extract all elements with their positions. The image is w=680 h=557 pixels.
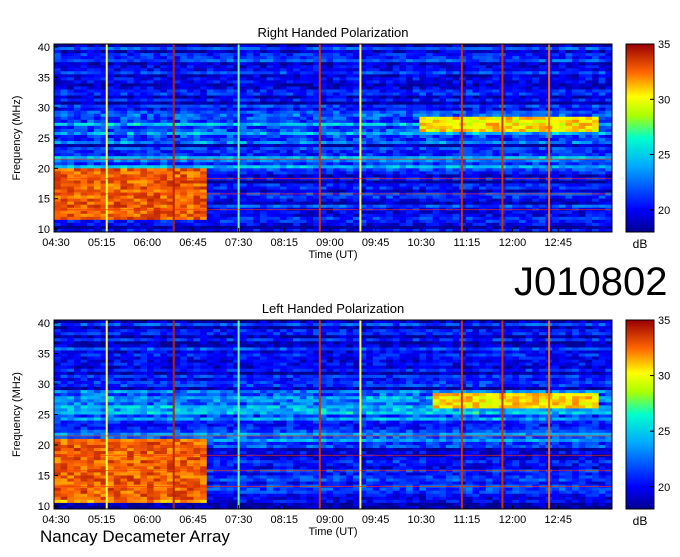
heatmap-cells	[54, 44, 612, 232]
colorbar	[626, 44, 654, 232]
y-tick-label: 40	[38, 318, 50, 330]
y-tick-label: 20	[38, 163, 50, 175]
instrument-name: Nancay Decameter Array	[40, 528, 230, 545]
x-tick-label: 12:00	[499, 237, 527, 249]
colorbar	[626, 320, 654, 509]
x-tick-label: 06:00	[134, 237, 162, 249]
x-axis-label: Time (UT)	[308, 249, 357, 261]
x-tick-label: 12:45	[544, 237, 572, 249]
heatmap-cells	[54, 320, 612, 509]
x-tick-label: 06:00	[134, 514, 162, 526]
colorbar-tick-label: 35	[658, 39, 670, 51]
x-tick-label: 06:45	[179, 237, 207, 249]
colorbar-tick-label: 25	[658, 426, 670, 438]
panel-left-pol: Left Handed Polarization 10 15 20 25 30 35 40 Fr…	[11, 301, 670, 538]
y-tick-label: 35	[38, 72, 50, 84]
x-tick-label: 09:45	[362, 237, 390, 249]
x-tick-label: 09:45	[362, 514, 390, 526]
colorbar-tick-label: 30	[658, 94, 670, 106]
y-tick-label: 10	[38, 501, 50, 513]
colorbar-tick-label: 25	[658, 150, 670, 162]
x-tick-label: 09:00	[316, 514, 344, 526]
y-tick-label: 30	[38, 379, 50, 391]
y-tick-label: 40	[38, 42, 50, 54]
colorbar-tick-label: 30	[658, 371, 670, 383]
colorbar-tick-label: 35	[658, 315, 670, 327]
colorbar-label: dB	[633, 237, 648, 251]
y-tick-label: 20	[38, 440, 50, 452]
panel-title: Left Handed Polarization	[262, 301, 404, 316]
panel-title: Right Handed Polarization	[257, 25, 408, 40]
y-tick-label: 25	[38, 410, 50, 422]
x-tick-label: 07:30	[225, 237, 253, 249]
y-tick-label: 10	[38, 224, 50, 236]
x-tick-label: 11:15	[454, 237, 481, 249]
x-tick-label: 10:30	[407, 237, 435, 249]
y-axis-label: Frequency (MHz)	[11, 372, 23, 457]
x-tick-label: 05:15	[88, 237, 116, 249]
colorbar-tick-label: 20	[658, 482, 670, 494]
x-tick-label: 08:15	[271, 237, 299, 249]
y-tick-label: 15	[38, 194, 50, 206]
x-tick-label: 11:15	[454, 514, 481, 526]
x-tick-label: 12:45	[544, 514, 572, 526]
x-tick-label: 04:30	[42, 237, 70, 249]
y-axis-label: Frequency (MHz)	[11, 96, 23, 181]
x-tick-label: 04:30	[42, 514, 70, 526]
x-tick-label: 05:15	[88, 514, 116, 526]
x-tick-label: 10:30	[407, 514, 435, 526]
x-tick-label: 06:45	[179, 514, 207, 526]
panel-right-pol: Right Handed Polarization 10 15 20 25 30 35 40 F…	[11, 25, 670, 261]
x-tick-label: 12:00	[499, 514, 527, 526]
colorbar-tick-label: 20	[658, 205, 670, 217]
observation-id: J010802	[514, 262, 667, 302]
colorbar-label: dB	[633, 514, 648, 528]
y-tick-label: 15	[38, 471, 50, 483]
x-axis-label: Time (UT)	[308, 526, 357, 538]
x-tick-label: 07:30	[225, 514, 253, 526]
x-tick-label: 08:15	[271, 514, 299, 526]
y-tick-label: 30	[38, 103, 50, 115]
y-tick-label: 25	[38, 133, 50, 145]
y-tick-label: 35	[38, 349, 50, 361]
x-tick-label: 09:00	[316, 237, 344, 249]
